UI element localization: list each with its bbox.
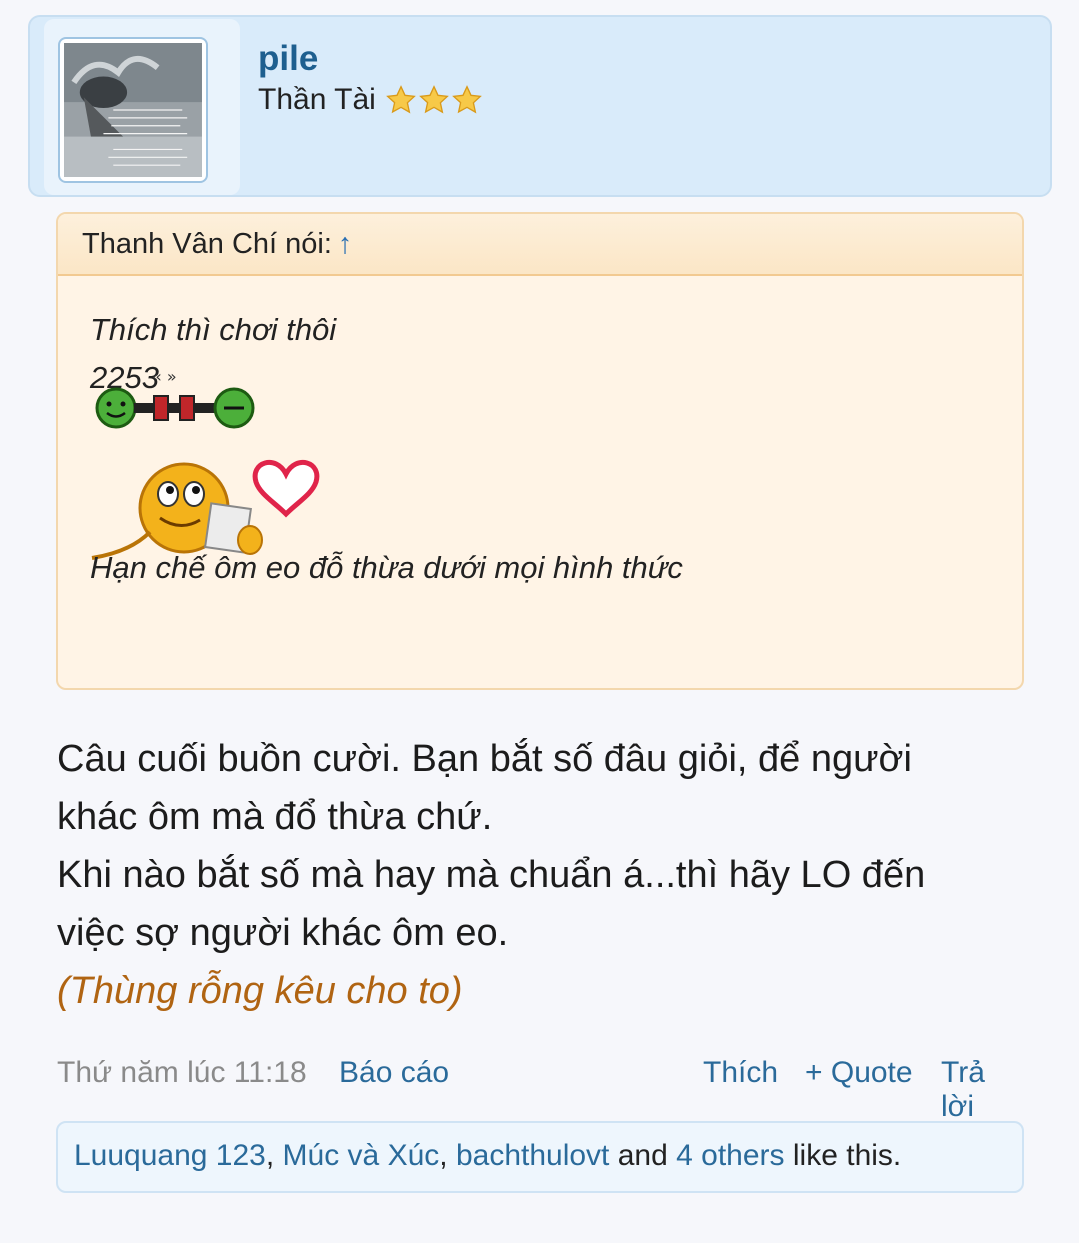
- user-card: pile Thần Tài: [28, 15, 1052, 197]
- quote-header: Thanh Vân Chí nói: ↑: [58, 214, 1022, 276]
- smiley-reading-heart-icon: [91, 460, 320, 560]
- message-line: khác ôm mà đổ thừa chứ.: [57, 796, 493, 838]
- quote-link[interactable]: + Quote: [805, 1056, 913, 1090]
- svg-text:« »: « »: [152, 367, 177, 386]
- star-icon: [418, 85, 449, 114]
- likes-and: and: [609, 1139, 677, 1172]
- message-line: Khi nào bắt số mà hay mà chuẩn á...thì h…: [57, 854, 926, 896]
- star-icon: [451, 85, 482, 114]
- post-message: Câu cuối buồn cười. Bạn bắt số đâu giỏi,…: [57, 730, 1047, 1020]
- liker-link[interactable]: bachthulovt: [456, 1139, 609, 1172]
- message-line: Câu cuối buồn cười. Bạn bắt số đâu giỏi,…: [57, 738, 912, 780]
- likes-separator: ,: [265, 1139, 283, 1172]
- quote-jump-arrow[interactable]: ↑: [338, 228, 353, 260]
- likes-summary: Luuquang 123, Múc và Xúc, bachthulovt an…: [56, 1121, 1024, 1193]
- liker-link[interactable]: Luuquang 123: [74, 1139, 266, 1172]
- like-link[interactable]: Thích: [703, 1056, 778, 1090]
- reply-link[interactable]: Trả lời: [941, 1056, 1023, 1124]
- dumbbell-smiley-icon: « »: [95, 367, 255, 429]
- avatar[interactable]: [58, 37, 208, 183]
- username[interactable]: pile: [258, 39, 318, 79]
- quote-line: Thích thì chơi thôi: [90, 312, 337, 347]
- quote-block: Thanh Vân Chí nói: ↑ Thích thì chơi thôi …: [56, 212, 1024, 690]
- star-icon: [385, 85, 416, 114]
- message-line: việc sợ người khác ôm eo.: [57, 912, 509, 954]
- user-rank: Thần Tài: [258, 83, 376, 116]
- quote-line: Hạn chế ôm eo đỗ thừa dưới mọi hình thức: [90, 550, 683, 585]
- post-date[interactable]: Thứ năm lúc 11:18: [57, 1056, 307, 1090]
- report-link[interactable]: Báo cáo: [339, 1056, 449, 1090]
- message-highlight: (Thùng rỗng kêu cho to): [57, 970, 463, 1012]
- quote-author: Thanh Vân Chí nói:: [82, 228, 332, 260]
- avatar-image: [64, 43, 202, 177]
- avatar-frame: [44, 19, 240, 195]
- user-title: Thần Tài: [258, 83, 483, 117]
- post-footer: Thứ năm lúc 11:18 Báo cáo Thích + Quote …: [57, 1052, 1023, 1123]
- likes-suffix: like this.: [784, 1139, 902, 1172]
- likes-separator: ,: [439, 1139, 456, 1172]
- liker-link[interactable]: Múc và Xúc: [283, 1139, 440, 1172]
- likes-others-link[interactable]: 4 others: [676, 1139, 784, 1172]
- rank-stars: [384, 84, 483, 116]
